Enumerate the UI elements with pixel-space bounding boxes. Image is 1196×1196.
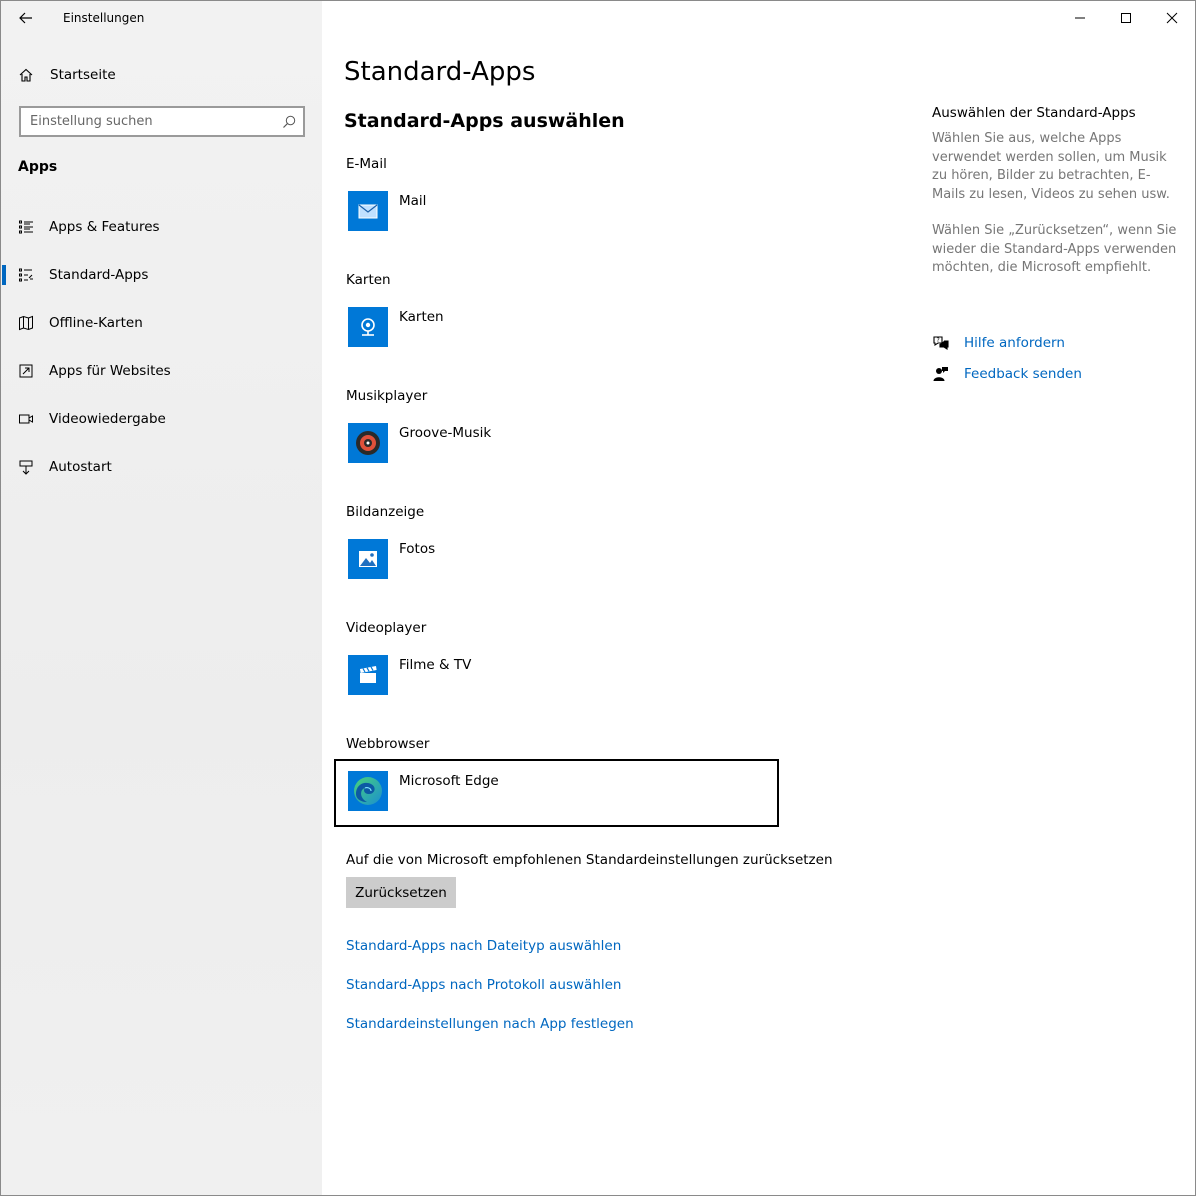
sidebar-nav: Apps & Features Standard-Apps Offline-Ka… xyxy=(1,203,322,491)
app-button-groove-music[interactable]: Groove-Musik xyxy=(334,411,779,479)
sidebar-home[interactable]: Startseite xyxy=(1,57,322,93)
back-button[interactable] xyxy=(9,3,43,33)
sidebar-item-video-playback[interactable]: Videowiedergabe xyxy=(1,395,322,443)
reset-button[interactable]: Zurücksetzen xyxy=(346,877,456,908)
feedback-person-icon xyxy=(932,365,950,383)
reset-description: Auf die von Microsoft empfohlenen Standa… xyxy=(346,852,833,868)
sidebar: Einstellungen Startseite Apps Apps & Fea… xyxy=(1,1,322,1195)
sidebar-item-apps-features[interactable]: Apps & Features xyxy=(1,203,322,251)
help-link[interactable]: ? Hilfe anfordern xyxy=(932,334,1065,352)
app-button-movies-tv[interactable]: Filme & TV xyxy=(334,643,779,711)
edge-icon xyxy=(348,771,388,811)
back-arrow-icon xyxy=(19,12,32,24)
map-icon xyxy=(18,315,34,331)
category-label: Bildanzeige xyxy=(346,504,425,520)
category-label: Musikplayer xyxy=(346,388,428,404)
sidebar-item-apps-for-websites[interactable]: Apps für Websites xyxy=(1,347,322,395)
sidebar-item-label: Apps für Websites xyxy=(49,363,171,379)
sidebar-item-label: Videowiedergabe xyxy=(49,411,166,427)
app-button-photos[interactable]: Fotos xyxy=(334,527,779,595)
groove-music-icon xyxy=(348,423,388,463)
sidebar-item-startup[interactable]: Autostart xyxy=(1,443,322,491)
mail-icon xyxy=(348,191,388,231)
app-name: Microsoft Edge xyxy=(399,773,499,789)
window-title: Einstellungen xyxy=(63,11,145,25)
link-set-defaults-by-app[interactable]: Standardeinstellungen nach App festlegen xyxy=(346,1016,634,1032)
help-panel-text-1: Wählen Sie aus, welche Apps verwendet we… xyxy=(932,131,1170,202)
sidebar-item-label: Autostart xyxy=(49,459,112,475)
open-link-icon xyxy=(18,363,34,379)
feedback-link[interactable]: Feedback senden xyxy=(932,365,1082,383)
movies-tv-icon xyxy=(348,655,388,695)
photos-icon xyxy=(348,539,388,579)
app-button-microsoft-edge[interactable]: Microsoft Edge xyxy=(334,759,779,827)
sidebar-item-standard-apps[interactable]: Standard-Apps xyxy=(1,251,322,299)
page-title: Standard-Apps xyxy=(344,57,536,87)
search-input[interactable] xyxy=(21,108,271,135)
sidebar-home-label: Startseite xyxy=(50,67,116,83)
app-name: Karten xyxy=(399,309,444,325)
category-label: Webbrowser xyxy=(346,736,430,752)
category-label: E-Mail xyxy=(346,156,387,172)
link-choose-by-file-type[interactable]: Standard-Apps nach Dateityp auswählen xyxy=(346,938,621,954)
help-panel-title: Auswählen der Standard-Apps xyxy=(932,105,1136,121)
sidebar-item-offline-maps[interactable]: Offline-Karten xyxy=(1,299,322,347)
svg-text:?: ? xyxy=(937,337,940,344)
sidebar-item-label: Standard-Apps xyxy=(49,267,149,283)
video-icon xyxy=(18,411,34,427)
sidebar-section-title: Apps xyxy=(18,159,58,175)
category-label: Videoplayer xyxy=(346,620,427,636)
search-icon[interactable] xyxy=(281,114,297,130)
help-chat-icon: ? xyxy=(932,334,950,352)
app-button-maps[interactable]: Karten xyxy=(334,295,779,363)
page-subtitle: Standard-Apps auswählen xyxy=(344,110,625,132)
help-panel-text-2: Wählen Sie „Zurücksetzen“, wenn Sie wied… xyxy=(932,223,1177,275)
sidebar-item-label: Offline-Karten xyxy=(49,315,143,331)
sidebar-item-label: Apps & Features xyxy=(49,219,160,235)
app-name: Fotos xyxy=(399,541,436,557)
help-link-label: Hilfe anfordern xyxy=(964,335,1065,351)
home-icon xyxy=(18,67,34,83)
app-name: Mail xyxy=(399,193,427,209)
category-label: Karten xyxy=(346,272,391,288)
settings-window: Einstellungen Startseite Apps Apps & Fea… xyxy=(0,0,1196,1196)
default-apps-icon xyxy=(18,267,34,283)
app-name: Groove-Musik xyxy=(399,425,492,441)
app-button-mail[interactable]: Mail xyxy=(334,179,779,247)
list-icon xyxy=(18,219,34,235)
search-box[interactable] xyxy=(19,106,305,137)
maps-app-icon xyxy=(348,307,388,347)
link-choose-by-protocol[interactable]: Standard-Apps nach Protokoll auswählen xyxy=(346,977,622,993)
app-name: Filme & TV xyxy=(399,657,472,673)
help-panel: Auswählen der Standard-Apps Wählen Sie a… xyxy=(932,105,1182,296)
startup-icon xyxy=(18,459,34,475)
feedback-link-label: Feedback senden xyxy=(964,366,1082,382)
